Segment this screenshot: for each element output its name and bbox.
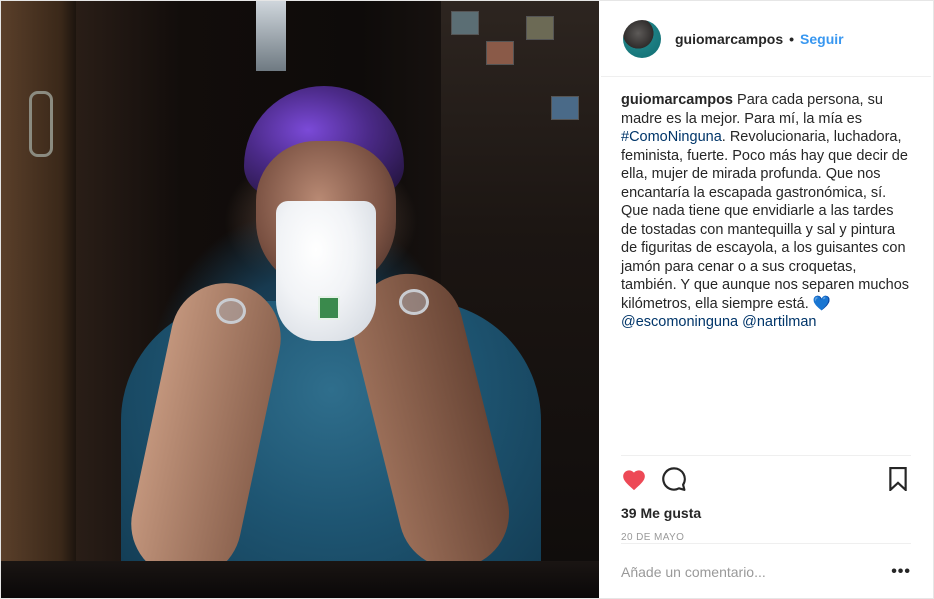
post-photo[interactable] xyxy=(1,1,599,598)
caption-hashtag[interactable]: #ComoNinguna xyxy=(621,129,722,145)
instagram-post: guiomarcampos • Seguir guiomarcampos Par… xyxy=(0,0,934,599)
caption-mention-escomoninguna[interactable]: @escomoninguna xyxy=(621,314,738,330)
blue-heart-emoji: 💙 xyxy=(812,295,831,312)
post-header: guiomarcampos • Seguir xyxy=(601,1,931,77)
comment-icon[interactable] xyxy=(661,466,687,492)
post-actions-area: 39 Me gusta 20 DE MAYO xyxy=(621,455,911,543)
photo-shelf-picture xyxy=(551,96,579,120)
avatar[interactable] xyxy=(623,19,661,58)
post-date: 20 DE MAYO xyxy=(621,532,685,543)
caption-mention-nartilman[interactable]: @nartilman xyxy=(742,314,816,330)
photo-shelf-picture xyxy=(486,41,514,65)
bookmark-icon[interactable] xyxy=(885,466,911,492)
like-count[interactable]: 39 Me gusta xyxy=(621,502,911,524)
comment-input[interactable] xyxy=(621,563,892,580)
post-sidebar: guiomarcampos • Seguir guiomarcampos Par… xyxy=(599,1,933,598)
photo-mug xyxy=(276,201,376,341)
comment-bar: ••• xyxy=(621,543,911,599)
caption-username[interactable]: guiomarcampos xyxy=(621,92,733,108)
photo-ring xyxy=(216,298,246,324)
photo-ring xyxy=(399,289,429,315)
more-options-icon[interactable]: ••• xyxy=(891,563,911,581)
photo-mug-label xyxy=(318,296,340,320)
photo-shelf-picture xyxy=(451,11,479,35)
caption-text-part-2: . Revolucionaria, luchadora, feminista, … xyxy=(621,129,910,312)
photo-shelf-picture xyxy=(526,16,554,40)
header-username[interactable]: guiomarcampos xyxy=(675,31,783,47)
photo-table xyxy=(1,561,599,598)
post-caption: guiomarcampos Para cada persona, su madr… xyxy=(599,77,933,381)
photo-door-handle xyxy=(29,91,53,157)
heart-filled-icon[interactable] xyxy=(621,466,647,492)
photo-window xyxy=(256,1,286,71)
follow-button[interactable]: Seguir xyxy=(800,31,844,47)
header-separator: • xyxy=(789,30,795,47)
action-bar xyxy=(621,456,911,502)
